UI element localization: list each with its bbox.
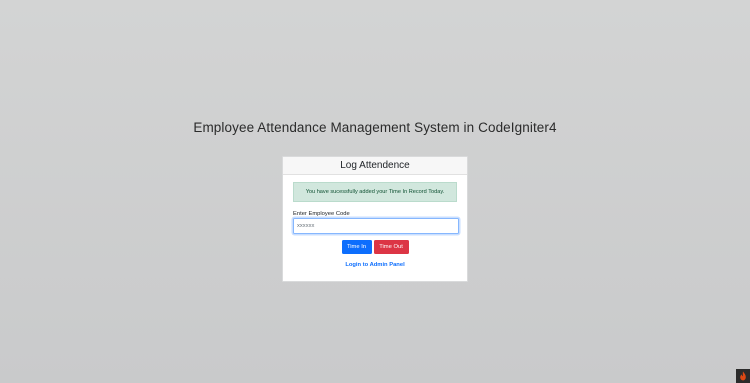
success-alert: You have sucessfully added your Time In … [293,182,457,202]
employee-code-label: Enter Employee Code [293,211,350,217]
card-header: Log Attendence [283,157,467,175]
employee-code-input[interactable] [293,218,459,234]
debug-toolbar-button[interactable] [736,369,750,383]
button-row: Time In Time Out [283,240,467,254]
page-title: Employee Attendance Management System in… [193,120,557,135]
admin-login-link[interactable]: Login to Admin Panel [283,262,467,268]
log-attendance-card: Log Attendence You have sucessfully adde… [282,156,468,282]
flame-icon [736,369,750,383]
time-in-button[interactable]: Time In [341,240,372,254]
time-out-button[interactable]: Time Out [373,240,409,254]
